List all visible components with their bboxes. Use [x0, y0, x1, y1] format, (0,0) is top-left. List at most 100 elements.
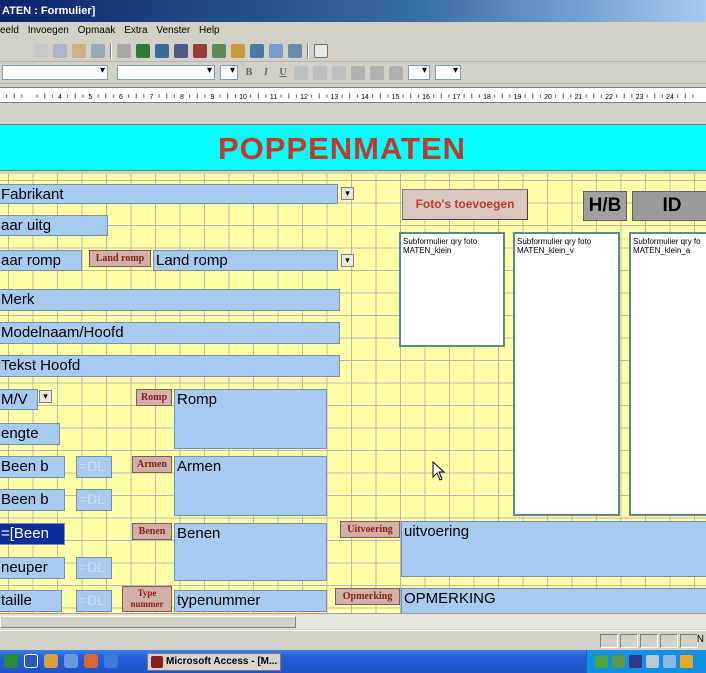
align-center-icon[interactable]: [313, 65, 327, 80]
sync-icon[interactable]: [612, 655, 625, 668]
update-icon[interactable]: [680, 655, 693, 668]
italic-button[interactable]: I: [260, 67, 272, 78]
format-painter-icon[interactable]: [91, 43, 105, 58]
window-titlebar: ATEN : Formulier]: [0, 0, 706, 22]
font-name-select[interactable]: [117, 65, 215, 80]
paste-icon[interactable]: [72, 43, 86, 58]
been-b-field-1[interactable]: Been b: [0, 456, 65, 478]
hb-header: H/B: [583, 191, 627, 221]
dl-field-3[interactable]: =DL: [76, 557, 112, 579]
menu-item-venster[interactable]: Venster: [156, 25, 190, 36]
align-right-icon[interactable]: [332, 65, 346, 80]
explorer-icon[interactable]: [64, 654, 78, 668]
dl-field-1[interactable]: =DL: [76, 456, 112, 478]
land-romp-label: Land romp: [89, 250, 151, 267]
subform-line2: MATEN_klein_v: [517, 246, 574, 255]
menu-item-opmaak[interactable]: Opmaak: [78, 25, 116, 36]
browser-icon[interactable]: [104, 654, 118, 668]
code-icon[interactable]: [212, 43, 226, 58]
chevron-down-icon[interactable]: ▾: [341, 187, 354, 200]
jaar-uitg-field[interactable]: aar uitg: [0, 215, 108, 236]
align-left-icon[interactable]: [294, 65, 308, 80]
dl-field-2[interactable]: =DL: [76, 489, 112, 511]
quick-launch: [4, 654, 118, 668]
fill-color-icon[interactable]: [351, 65, 365, 80]
scrollbar-thumb[interactable]: [0, 616, 296, 628]
word-icon[interactable]: [24, 654, 38, 668]
mv-combo[interactable]: M/V: [0, 389, 38, 410]
database-window-icon[interactable]: [269, 43, 283, 58]
chevron-down-icon[interactable]: ▾: [39, 390, 52, 403]
help-icon[interactable]: [314, 43, 328, 58]
subform-foto-klein-a[interactable]: Subformulier qry fo MATEN_klein_a: [629, 232, 706, 516]
status-cell: [600, 634, 618, 648]
heuper-field[interactable]: neuper: [0, 557, 65, 579]
land-romp-combo[interactable]: Land romp: [153, 250, 338, 271]
uitvoering-field[interactable]: uitvoering: [401, 521, 706, 577]
mouse-pointer-icon: [432, 461, 446, 481]
folder-icon[interactable]: [44, 654, 58, 668]
menu-item-extra[interactable]: Extra: [124, 25, 147, 36]
ruler-number: 22: [605, 94, 613, 101]
chevron-down-icon[interactable]: ▾: [341, 254, 354, 267]
network-icon[interactable]: [595, 655, 608, 668]
properties-icon[interactable]: [231, 43, 245, 58]
new-object-icon[interactable]: [288, 43, 302, 58]
opmerking-field[interactable]: OPMERKING: [401, 588, 706, 614]
dl-field-4[interactable]: =DL: [76, 590, 112, 612]
jaar-romp-field[interactable]: aar romp: [0, 250, 82, 271]
horizontal-scrollbar[interactable]: [0, 613, 706, 629]
form-title[interactable]: POPPENMATEN: [0, 131, 706, 167]
refresh-icon[interactable]: [663, 655, 676, 668]
menu-item-invoegen[interactable]: Invoegen: [28, 25, 69, 36]
toolbox-icon[interactable]: [174, 43, 188, 58]
been-expression-field[interactable]: =[Been: [0, 523, 65, 545]
system-tray: [586, 650, 706, 673]
insert-hyperlink-icon[interactable]: [136, 43, 150, 58]
menu-item-beeld[interactable]: eeld: [0, 25, 19, 36]
fabrikant-combo[interactable]: Fabrikant: [0, 184, 338, 204]
been-b-field-2[interactable]: Been b: [0, 489, 65, 511]
status-indicator: N: [696, 634, 704, 645]
benen-field[interactable]: Benen: [174, 523, 327, 581]
subform-foto-klein-v[interactable]: Subformulier qry foto MATEN_klein_v: [513, 232, 620, 516]
taskbar-button-access[interactable]: Microsoft Access - [M...: [147, 653, 281, 671]
cut-icon[interactable]: [34, 43, 48, 58]
field-list-icon[interactable]: [155, 43, 169, 58]
armen-field[interactable]: Armen: [174, 456, 327, 516]
typenummer-field[interactable]: typenummer: [174, 590, 327, 612]
copy-icon[interactable]: [53, 43, 67, 58]
romp-field[interactable]: Romp: [174, 389, 327, 449]
media-icon[interactable]: [84, 654, 98, 668]
object-select[interactable]: [2, 65, 108, 80]
ruler-number: 24: [666, 94, 674, 101]
ruler-number: 16: [422, 94, 430, 101]
menu-item-help[interactable]: Help: [199, 25, 220, 36]
taille-field[interactable]: taille: [0, 590, 62, 612]
ruler-scale: 4 5 6 7 8 9 10 11 12 13 14 15 16 17 18 19 20 21 22 23 24: [6, 93, 694, 101]
modelnaam-hoofd-field[interactable]: Modelnaam/Hoofd: [0, 322, 340, 344]
foto-toevoegen-button[interactable]: Foto's toevoegen: [402, 189, 528, 220]
special-effect-select[interactable]: [435, 65, 461, 80]
subform-foto-klein[interactable]: Subformulier qry foto MATEN_klein: [399, 232, 505, 347]
ruler-number: 19: [514, 94, 522, 101]
tekst-hoofd-field[interactable]: Tekst Hoofd: [0, 355, 340, 377]
undo-icon[interactable]: [117, 43, 131, 58]
merk-field[interactable]: Merk: [0, 289, 340, 311]
line-width-select[interactable]: [408, 65, 430, 80]
underline-button[interactable]: U: [277, 67, 289, 78]
bold-button[interactable]: B: [243, 67, 255, 78]
lengte-field[interactable]: engte: [0, 423, 60, 445]
excel-icon[interactable]: [4, 654, 18, 668]
subform-line2: MATEN_klein: [403, 246, 452, 255]
ruler-number: 13: [331, 94, 339, 101]
font-size-select[interactable]: [220, 65, 238, 80]
armen-label: Armen: [132, 456, 172, 473]
form-design-area: POPPENMATEN Fabrikant ▾ aar uitg aar rom…: [0, 103, 706, 623]
shield-icon[interactable]: [646, 655, 659, 668]
messenger-icon[interactable]: [629, 655, 642, 668]
build-icon[interactable]: [250, 43, 264, 58]
line-color-icon[interactable]: [389, 65, 403, 80]
font-color-icon[interactable]: [370, 65, 384, 80]
autoformat-icon[interactable]: [193, 43, 207, 58]
